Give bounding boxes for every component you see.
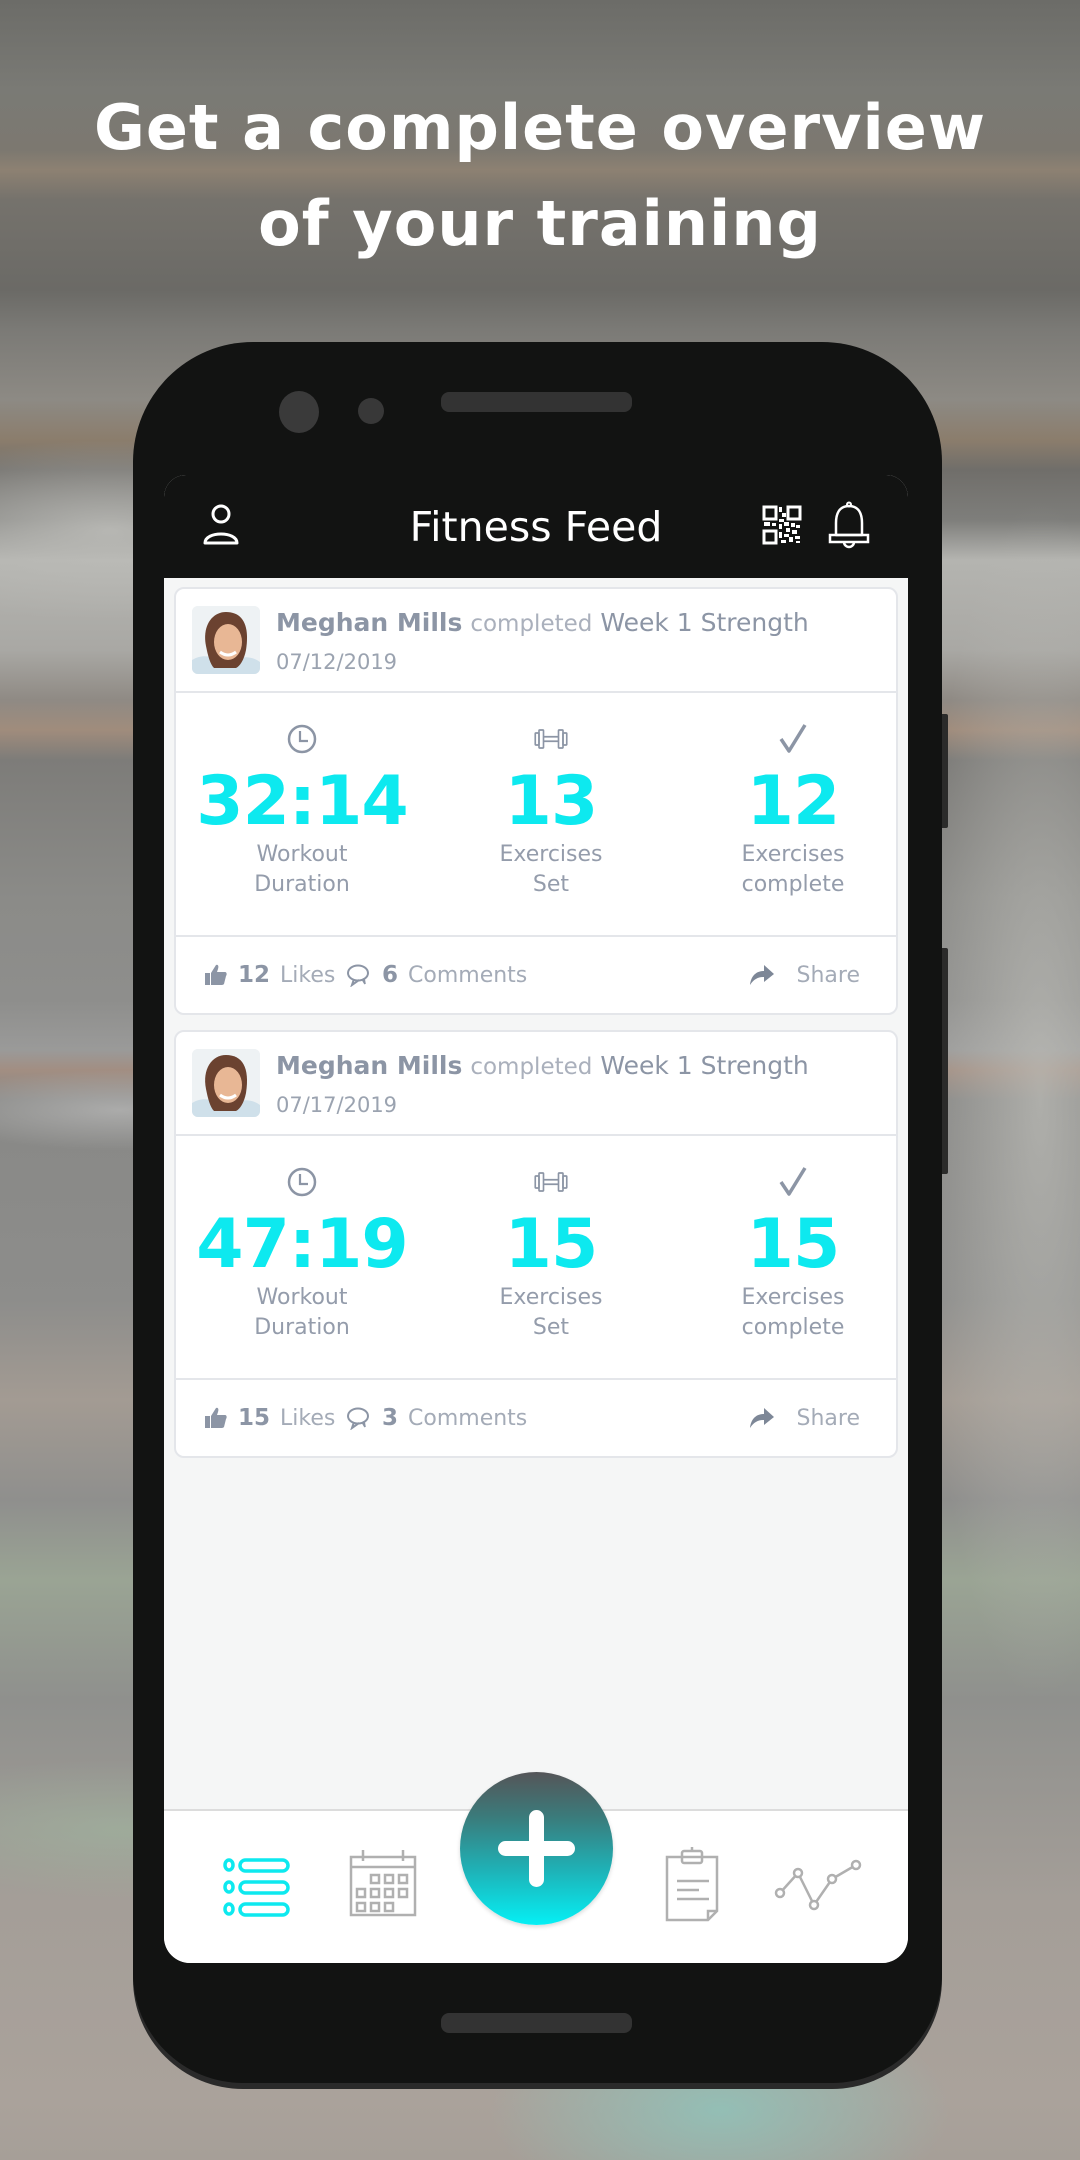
comments-button[interactable]: 3 Comments [346, 1380, 527, 1456]
user-photo-icon [192, 606, 260, 674]
stat-label-line1: Exercises [499, 1285, 603, 1310]
share-label: Share [796, 962, 861, 988]
comments-label: Comments [408, 1405, 528, 1431]
dumbbell-icon [534, 1172, 568, 1192]
likes-count: 15 [238, 1405, 271, 1431]
post-summary: Meghan Mills completed Week 1 Strength [276, 1050, 809, 1083]
stat-exercises-set: 15 Exercises Set [441, 1136, 661, 1344]
clock-icon [287, 1167, 317, 1197]
stat-label-line1: Exercises [499, 842, 603, 867]
comment-bubble-icon [347, 964, 369, 987]
phone-power-button [942, 948, 948, 1174]
stat-workout-duration: 47:19 Workout Duration [192, 1136, 412, 1344]
user-name-link[interactable]: Meghan Mills [276, 608, 462, 637]
stat-exercises-complete: 15 Exercises complete [683, 1136, 903, 1344]
stat-label-line1: Workout [256, 1285, 348, 1310]
share-button[interactable]: Share [749, 937, 861, 1013]
comments-count: 6 [382, 962, 399, 988]
stat-label-line1: Workout [256, 842, 348, 867]
stat-workout-duration: 32:14 Workout Duration [192, 693, 412, 901]
thumbs-up-icon [205, 964, 227, 985]
headline-line-1: Get a complete overview [93, 91, 987, 164]
phone-earpiece [441, 392, 632, 412]
comment-bubble-icon [347, 1407, 369, 1430]
post-header: Meghan Mills completed Week 1 Strength 0… [176, 1032, 896, 1136]
stat-label-line2: complete [741, 872, 845, 897]
workout-name-link[interactable]: Week 1 Strength [600, 1051, 808, 1080]
post-summary: Meghan Mills completed Week 1 Strength [276, 607, 809, 640]
clock-icon [287, 724, 317, 754]
phone-sensor [358, 398, 384, 424]
checkmark-icon [779, 724, 807, 753]
activity-verb: completed [470, 611, 593, 637]
comments-button[interactable]: 6 Comments [346, 937, 527, 1013]
dumbbell-icon [534, 729, 568, 749]
workout-stats: 32:14 Workout Duration 13 Exercises Set [176, 693, 896, 937]
share-arrow-icon [749, 965, 774, 985]
notifications-bell-icon[interactable] [826, 501, 872, 551]
qr-code-icon[interactable] [762, 505, 802, 545]
plus-icon-vertical [529, 1810, 544, 1887]
nav-calendar-icon[interactable] [347, 1847, 419, 1919]
app-header: Fitness Feed [164, 475, 908, 578]
add-workout-button[interactable] [460, 1772, 613, 1925]
post-actions: 15 Likes 3 Comments Share [176, 1380, 896, 1456]
feed-post-card[interactable]: Meghan Mills completed Week 1 Strength 0… [174, 587, 898, 1015]
likes-label: Likes [280, 962, 336, 988]
likes-label: Likes [280, 1405, 336, 1431]
headline-line-2: of your training [258, 187, 822, 260]
stat-value: 32:14 [196, 762, 408, 841]
avatar[interactable] [192, 606, 260, 674]
stat-value: 15 [746, 1205, 841, 1284]
stat-value: 47:19 [196, 1205, 408, 1284]
phone-volume-button [942, 714, 948, 828]
app-screen: Fitness Feed Meghan Mills completed Week… [164, 475, 908, 1963]
promo-headline: Get a complete overview of your training [0, 80, 1080, 272]
likes-count: 12 [238, 962, 271, 988]
comments-count: 3 [382, 1405, 399, 1431]
stat-value: 12 [746, 762, 841, 841]
workout-name-link[interactable]: Week 1 Strength [600, 608, 808, 637]
share-arrow-icon [749, 1408, 774, 1428]
like-button[interactable]: 15 Likes [204, 1380, 335, 1456]
user-name-link[interactable]: Meghan Mills [276, 1051, 462, 1080]
stat-label-line2: Set [532, 1315, 570, 1340]
comments-label: Comments [408, 962, 528, 988]
share-button[interactable]: Share [749, 1380, 861, 1456]
post-header: Meghan Mills completed Week 1 Strength 0… [176, 589, 896, 693]
stat-label-line2: complete [741, 1315, 845, 1340]
like-button[interactable]: 12 Likes [204, 937, 335, 1013]
stat-label-line2: Set [532, 872, 570, 897]
nav-progress-chart-icon[interactable] [774, 1857, 862, 1913]
activity-feed: Meghan Mills completed Week 1 Strength 0… [174, 587, 898, 1473]
stat-exercises-complete: 12 Exercises complete [683, 693, 903, 901]
post-date: 07/17/2019 [276, 1093, 398, 1117]
phone-front-camera [279, 391, 319, 433]
feed-post-card[interactable]: Meghan Mills completed Week 1 Strength 0… [174, 1030, 898, 1458]
nav-clipboard-icon[interactable] [664, 1847, 720, 1923]
avatar[interactable] [192, 1049, 260, 1117]
user-photo-icon [192, 1049, 260, 1117]
activity-verb: completed [470, 1054, 593, 1080]
checkmark-icon [779, 1167, 807, 1196]
stat-label-line1: Exercises [741, 842, 845, 867]
nav-feed-list-icon[interactable] [222, 1855, 292, 1919]
stat-exercises-set: 13 Exercises Set [441, 693, 661, 901]
stat-label-line1: Exercises [741, 1285, 845, 1310]
post-actions: 12 Likes 6 Comments Share [176, 937, 896, 1013]
thumbs-up-icon [205, 1407, 227, 1428]
post-date: 07/12/2019 [276, 650, 398, 674]
workout-stats: 47:19 Workout Duration 15 Exercises Set [176, 1136, 896, 1380]
stat-label-line2: Duration [254, 872, 350, 897]
stat-value: 13 [504, 762, 599, 841]
share-label: Share [796, 1405, 861, 1431]
stat-label-line2: Duration [254, 1315, 350, 1340]
stat-value: 15 [504, 1205, 599, 1284]
phone-bottom-speaker [441, 2013, 632, 2033]
